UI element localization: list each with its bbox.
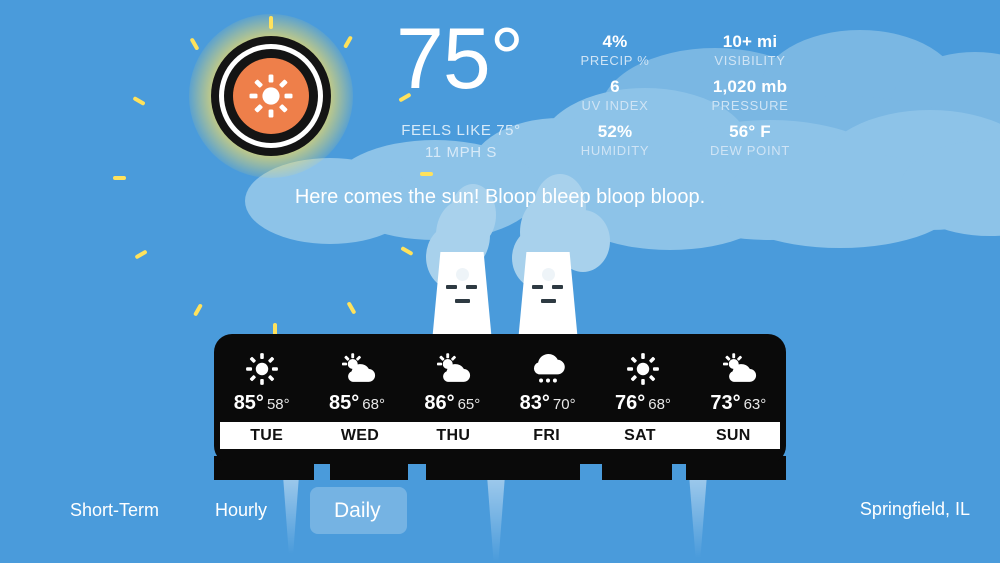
day-high: 83° [519, 392, 550, 414]
sun-cloud-icon [691, 348, 786, 390]
day-low: 70° [552, 396, 576, 413]
day-high: 86° [424, 392, 455, 414]
day-temps: 86° 65° [405, 392, 500, 415]
stat-value: 6 [610, 77, 620, 96]
stats-column-right: 10+ mi VISIBILITY 1,020 mb PRESSURE 56° … [690, 32, 810, 167]
stat-value: 1,020 mb [712, 77, 788, 96]
stat-humidity: 52% HUMIDITY [560, 122, 670, 158]
day-temps: 83° 70° [500, 392, 595, 415]
tab-daily[interactable]: Daily [334, 499, 381, 523]
stat-value: 56° F [729, 122, 771, 141]
sun-icon [249, 74, 293, 118]
sun-cloud-icon [309, 348, 404, 390]
stat-value: 4% [602, 32, 628, 51]
stat-label: UV INDEX [581, 98, 649, 113]
current-temperature: 75° [396, 11, 524, 107]
current-condition-badge [113, 14, 433, 336]
stat-uv-index: 6 UV INDEX [560, 77, 670, 113]
day-high: 76° [615, 392, 646, 414]
cooling-tower-right [518, 252, 578, 342]
day-name-fri[interactable]: FRI [500, 422, 593, 449]
rain-cloud-icon [500, 348, 595, 390]
feels-like-block: FEELS LIKE 75° 11 MPH S [396, 120, 526, 164]
day-name-sat[interactable]: SAT [593, 422, 686, 449]
day-high: 85° [233, 392, 264, 414]
day-name-sun[interactable]: SUN [687, 422, 780, 449]
day-name-thu[interactable]: THU [407, 422, 500, 449]
cooling-tower-left [432, 252, 492, 342]
day-high: 73° [710, 392, 741, 414]
daily-forecast-panel: 85° 58° 85° 68° 86° 65° 83° 70° 76° 68° … [214, 334, 786, 480]
day-name-wed[interactable]: WED [313, 422, 406, 449]
day-low: 68° [362, 396, 385, 413]
badge-white-ring [219, 44, 323, 148]
stats-column-left: 4% PRECIP % 6 UV INDEX 52% HUMIDITY [560, 32, 670, 167]
day-temps: 85° 68° [309, 392, 404, 415]
badge-outer-ring [211, 36, 331, 156]
day-high: 85° [329, 392, 360, 414]
day-low: 58° [266, 396, 290, 413]
forecast-message: Here comes the sun! Bloop bleep bloop bl… [294, 186, 706, 208]
stat-value: 10+ mi [722, 32, 778, 51]
wind-text: 11 MPH S [424, 143, 498, 161]
day-temps: 73° 63° [691, 392, 786, 415]
badge-inner-ring [224, 49, 318, 143]
stat-label: VISIBILITY [714, 53, 786, 68]
stat-value: 52% [597, 122, 633, 141]
day-temps: 85° 58° [214, 392, 309, 415]
sun-cloud-icon [405, 348, 500, 390]
stat-visibility: 10+ mi VISIBILITY [690, 32, 810, 68]
stat-dew-point: 56° F DEW POINT [690, 122, 810, 158]
day-temps: 76° 68° [595, 392, 690, 415]
stat-label: HUMIDITY [580, 143, 650, 158]
badge-disc [233, 58, 309, 134]
stat-label: DEW POINT [710, 143, 790, 158]
weather-app: 75° FEELS LIKE 75° 11 MPH S 4% PRECIP % … [0, 0, 1000, 563]
radiation-icon [456, 268, 469, 281]
radiation-icon [542, 268, 555, 281]
tab-hourly[interactable]: Hourly [215, 500, 267, 521]
day-name-tue[interactable]: TUE [220, 422, 313, 449]
sun-icon [214, 348, 309, 390]
day-low: 63° [743, 396, 767, 413]
stat-pressure: 1,020 mb PRESSURE [690, 77, 810, 113]
day-low: 68° [648, 396, 671, 413]
feels-like-text: FEELS LIKE 75° [401, 122, 521, 139]
stat-precip: 4% PRECIP % [560, 32, 670, 68]
sun-icon [595, 348, 690, 390]
day-name-strip: TUE WED THU FRI SAT SUN [220, 422, 780, 449]
location-label[interactable]: Springfield, IL [860, 499, 970, 520]
stat-label: PRESSURE [711, 98, 789, 113]
tab-short-term[interactable]: Short-Term [70, 500, 159, 521]
stat-label: PRECIP % [580, 53, 650, 68]
day-low: 65° [457, 396, 481, 413]
